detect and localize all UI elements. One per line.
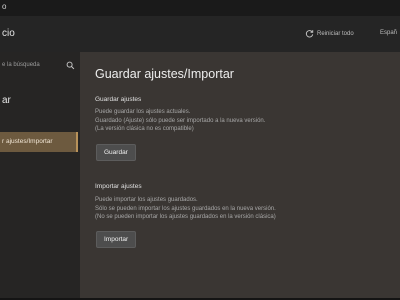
save-description-line: (La versión clásica no es compatible) [95,126,194,132]
save-section-title: Guardar ajustes [95,96,142,103]
import-description-line: Sólo se pueden importar los ajustes guar… [95,205,276,212]
save-description-line: Guardado (Ajuste) sólo puede ser importa… [95,117,266,124]
refresh-icon [305,29,314,38]
search-icon[interactable] [66,61,75,70]
main-content: Guardar ajustes/Importar Guardar ajustes… [80,52,400,298]
sidebar-section-title: ar [2,95,11,106]
import-button[interactable]: Importar [96,231,137,248]
import-description-line: (No se pueden importar los ajustes guard… [95,214,276,220]
save-button[interactable]: Guardar [96,144,136,161]
import-section-title: Importar ajustes [95,183,142,190]
window-title: o [2,2,7,11]
title-bar: o [0,0,400,16]
sidebar: e la búsqueda ar r ajustes/Importar [0,52,80,298]
reset-all-label: Reiniciar todo [317,30,354,37]
search-box[interactable]: e la búsqueda [0,59,78,73]
sidebar-item-label: r ajustes/Importar [2,138,53,145]
save-description-line: Puede guardar los ajustes actuales. [95,109,191,115]
sidebar-item-save-import[interactable]: r ajustes/Importar [0,132,78,152]
reset-all-button[interactable]: Reiniciar todo [305,29,354,38]
top-bar: cio Reiniciar todo Españ [0,16,400,52]
language-selector[interactable]: Españ [380,30,397,36]
app-name: cio [2,28,15,39]
search-placeholder: e la búsqueda [2,62,40,68]
page-title: Guardar ajustes/Importar [95,67,234,81]
import-description-line: Puede importar los ajustes guardados. [95,197,198,203]
